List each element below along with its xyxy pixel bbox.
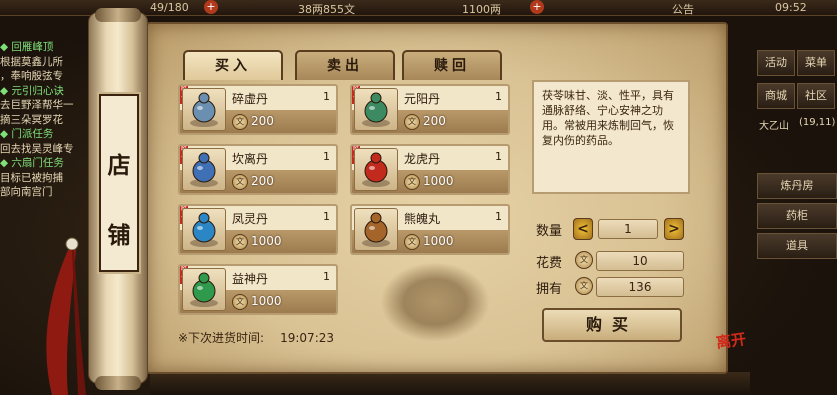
coin-icon: 文 bbox=[232, 174, 248, 190]
item-name: 熊魄丸 bbox=[404, 212, 441, 226]
buy-button[interactable]: 购买 bbox=[542, 308, 682, 342]
owned-label: 拥有 bbox=[536, 282, 563, 297]
location-coords: (19,11) bbox=[799, 117, 836, 128]
item-price: 200 bbox=[251, 114, 274, 128]
owned-value: 136 bbox=[596, 277, 684, 297]
quantity-input[interactable]: 1 bbox=[598, 219, 658, 239]
pill-icon bbox=[182, 148, 226, 191]
item-name: 坎离丹 bbox=[232, 152, 269, 166]
tab-buy[interactable]: 买入 bbox=[183, 50, 283, 80]
item-qty: 1 bbox=[323, 150, 330, 163]
pill-icon bbox=[182, 208, 226, 251]
location-name: 大乙山 bbox=[759, 121, 789, 132]
community-button[interactable]: 社区 bbox=[797, 83, 835, 109]
shortcut-items[interactable]: 道具 bbox=[757, 233, 837, 259]
item-name: 元阳丹 bbox=[404, 92, 441, 106]
tassel-decoration bbox=[46, 237, 86, 395]
pill-icon bbox=[182, 268, 226, 311]
item-name: 益神丹 bbox=[232, 272, 269, 286]
shop-item[interactable]: 唯一元阳丹1文200 bbox=[350, 84, 510, 135]
item-name: 龙虎丹 bbox=[404, 152, 441, 166]
coin-icon: 文 bbox=[232, 114, 248, 130]
item-qty: 1 bbox=[323, 210, 330, 223]
coin-icon: 文 bbox=[404, 174, 420, 190]
item-qty: 1 bbox=[495, 90, 502, 103]
item-name: 碎虚丹 bbox=[232, 92, 269, 106]
tab-redeem[interactable]: 赎回 bbox=[402, 50, 502, 80]
shop-item[interactable]: 唯一碎虚丹1文200 bbox=[178, 84, 338, 135]
stamina-value: 49/180 bbox=[150, 1, 189, 14]
item-price: 200 bbox=[423, 114, 446, 128]
item-qty: 1 bbox=[495, 150, 502, 163]
roller-top-cap bbox=[95, 8, 141, 22]
coin-icon: 文 bbox=[575, 277, 593, 295]
gold-value: 1100两 bbox=[462, 3, 501, 16]
bottom-hotbar bbox=[150, 372, 750, 395]
shop-item[interactable]: 唯一凤灵丹1文1000 bbox=[178, 204, 338, 255]
close-seal-button[interactable]: 离开 bbox=[715, 328, 748, 353]
add-stamina-button[interactable]: + bbox=[204, 0, 218, 14]
shop-item[interactable]: 唯一龙虎丹1文1000 bbox=[350, 144, 510, 195]
pill-icon bbox=[354, 88, 398, 131]
restock-timer: ※下次进货时间: 19:07:23 bbox=[178, 329, 334, 346]
pill-icon bbox=[354, 148, 398, 191]
restock-time: 19:07:23 bbox=[280, 331, 335, 345]
item-price: 1000 bbox=[423, 174, 454, 188]
coin-icon: 文 bbox=[404, 114, 420, 130]
clock: 09:52 bbox=[775, 1, 807, 14]
coin-icon: 文 bbox=[404, 234, 420, 250]
plaque-char: 店 bbox=[107, 152, 131, 179]
cost-value: 10 bbox=[596, 251, 684, 271]
item-price: 1000 bbox=[251, 294, 282, 308]
silver-value: 38两855文 bbox=[298, 3, 355, 16]
item-qty: 1 bbox=[495, 210, 502, 223]
pill-icon bbox=[182, 88, 226, 131]
activity-button[interactable]: 活动 bbox=[757, 50, 795, 76]
restock-label: ※下次进货时间: bbox=[178, 331, 265, 345]
menu-button[interactable]: 菜单 bbox=[797, 50, 835, 76]
item-name: 凤灵丹 bbox=[232, 212, 269, 226]
quantity-increase-button[interactable]: > bbox=[664, 218, 684, 240]
shortcut-alchemy-room[interactable]: 炼丹房 bbox=[757, 173, 837, 199]
background-pot-illustration bbox=[380, 262, 490, 342]
coin-icon: 文 bbox=[232, 294, 248, 310]
coin-icon: 文 bbox=[232, 234, 248, 250]
item-price: 1000 bbox=[251, 234, 282, 248]
shop-item[interactable]: 唯一坎离丹1文200 bbox=[178, 144, 338, 195]
quantity-decrease-button[interactable]: < bbox=[573, 218, 593, 240]
side-panel: 活动 菜单 商城 社区 大乙山 (19,11) 炼丹房 药柜 道具 bbox=[755, 45, 837, 285]
quantity-label: 数量 bbox=[536, 224, 563, 239]
item-description: 茯苓味甘、淡、性平，具有通脉舒络、宁心安神之功用。常被用来炼制回气，恢复内伤的药… bbox=[532, 80, 690, 194]
tab-sell[interactable]: 卖出 bbox=[295, 50, 395, 80]
roller-bottom-cap bbox=[95, 376, 141, 390]
item-qty: 1 bbox=[323, 270, 330, 283]
item-price: 200 bbox=[251, 174, 274, 188]
plaque-char: 铺 bbox=[107, 222, 131, 249]
notice-button[interactable]: 公告 bbox=[672, 1, 694, 17]
shop-item[interactable]: 唯一益神丹1文1000 bbox=[178, 264, 338, 315]
shop-plaque: 店 铺 bbox=[97, 92, 141, 274]
mall-button[interactable]: 商城 bbox=[757, 83, 795, 109]
pill-icon bbox=[354, 208, 398, 251]
cost-label: 花费 bbox=[536, 256, 563, 271]
item-qty: 1 bbox=[323, 90, 330, 103]
coin-icon: 文 bbox=[575, 251, 593, 269]
item-price: 1000 bbox=[423, 234, 454, 248]
shortcut-medicine-cabinet[interactable]: 药柜 bbox=[757, 203, 837, 229]
shop-item[interactable]: 熊魄丸 1 文 1000 bbox=[350, 204, 510, 255]
add-gold-button[interactable]: + bbox=[530, 0, 544, 14]
